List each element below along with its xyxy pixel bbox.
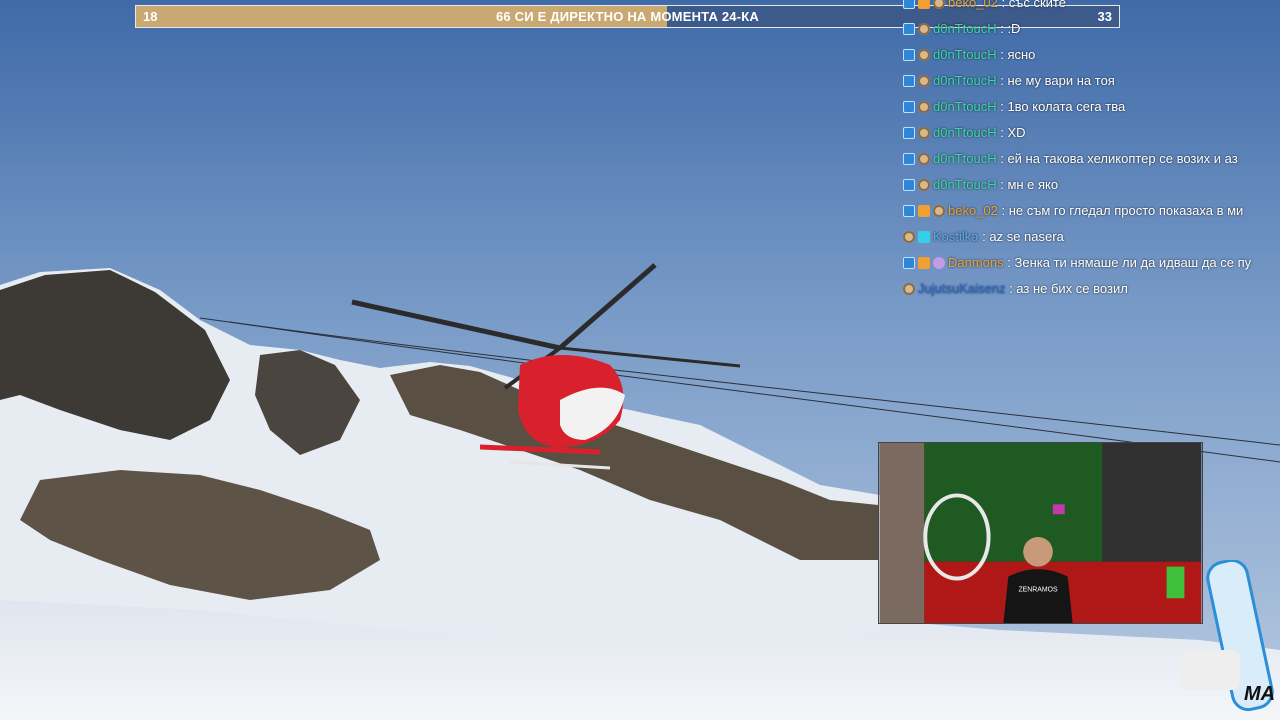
chat-text: :D xyxy=(1003,21,1021,36)
chat-separator: : xyxy=(996,47,1004,62)
chat-separator: : xyxy=(996,21,1004,36)
streamer-body xyxy=(1003,569,1073,623)
face-badge-icon xyxy=(918,127,930,139)
gold-badge-icon xyxy=(918,257,930,269)
corner-skier-graphic: MA xyxy=(1180,560,1275,712)
chat-username[interactable]: Kostilka xyxy=(933,229,979,244)
chat-message: Kostilka : az se nasera xyxy=(903,224,1064,250)
face-badge-icon xyxy=(903,231,915,243)
face-badge-icon xyxy=(903,283,915,295)
shirt-text: ZENRAMOS xyxy=(1018,586,1058,593)
chat-username[interactable]: beko_02 xyxy=(948,203,998,218)
chat-text: мн е яко xyxy=(1003,177,1059,192)
chat-text: със ските xyxy=(1005,0,1066,10)
blue-badge-icon xyxy=(903,75,915,87)
chat-username[interactable]: d0nTtoucH xyxy=(933,151,997,166)
face-badge-icon xyxy=(933,205,945,217)
chat-separator: : xyxy=(996,125,1004,140)
face-badge-icon xyxy=(918,153,930,165)
chat-message: beko_02 : не съм го гледал просто показа… xyxy=(903,198,1243,224)
face-badge-icon xyxy=(933,0,945,9)
purple-badge-icon xyxy=(933,257,945,269)
chat-text: ей на такова хеликоптер се возих и аз xyxy=(1003,151,1238,166)
chat-text: az se nasera xyxy=(985,229,1064,244)
chat-username[interactable]: JujutsuKaisenz xyxy=(918,281,1005,296)
chat-message: Danmons : Зенка ти нямаше ли да идваш да… xyxy=(903,250,1251,276)
chat-separator: : xyxy=(996,177,1004,192)
chat-text: аз не бих се возил xyxy=(1012,281,1128,296)
chat-message: d0nTtoucH : ей на такова хеликоптер се в… xyxy=(903,146,1238,172)
face-badge-icon xyxy=(918,49,930,61)
chat-message: d0nTtoucH : XD xyxy=(903,120,1026,146)
chat-separator: : xyxy=(996,73,1004,88)
chat-separator: : xyxy=(978,229,986,244)
face-badge-icon xyxy=(918,23,930,35)
chat-username[interactable]: d0nTtoucH xyxy=(933,177,997,192)
chat-message: d0nTtoucH : ясно xyxy=(903,42,1035,68)
chat-text: не съм го гледал просто показаха в ми xyxy=(1005,203,1244,218)
chat-message: d0nTtoucH : не му вари на тоя xyxy=(903,68,1115,94)
chat-text: ясно xyxy=(1003,47,1036,62)
chat-username[interactable]: d0nTtoucH xyxy=(933,73,997,88)
chat-username[interactable]: Danmons xyxy=(948,255,1004,270)
chat-text: Зенка ти нямаше ли да идваш да се пу xyxy=(1010,255,1252,270)
face-badge-icon xyxy=(918,101,930,113)
chat-message: JujutsuKaisenz : аз не бих се возил xyxy=(903,276,1128,300)
chat-username[interactable]: d0nTtoucH xyxy=(933,21,997,36)
chat-message: d0nTtoucH : 1во колата сега тва xyxy=(903,94,1125,120)
chat-username[interactable]: d0nTtoucH xyxy=(933,99,997,114)
chat-separator: : xyxy=(996,151,1004,166)
chat-text: XD xyxy=(1003,125,1026,140)
chat-separator: : xyxy=(1005,281,1013,296)
chat-message: beko_02 : със ските xyxy=(903,0,1066,16)
chat-overlay: beko_02 : със ските d0nTtoucH : :D d0nTtou… xyxy=(903,0,1280,300)
chat-username[interactable]: d0nTtoucH xyxy=(933,125,997,140)
chat-text: 1во колата сега тва xyxy=(1003,99,1126,114)
blue-badge-icon xyxy=(903,179,915,191)
cyan-badge-icon xyxy=(918,231,930,243)
blue-badge-icon xyxy=(903,153,915,165)
streamer-head xyxy=(1023,536,1053,567)
blue-badge-icon xyxy=(903,257,915,269)
chat-separator: : xyxy=(996,99,1004,114)
chat-separator: : xyxy=(1003,255,1011,270)
blue-badge-icon xyxy=(903,205,915,217)
face-badge-icon xyxy=(918,179,930,191)
chat-username[interactable]: beko_02 xyxy=(948,0,998,10)
chat-text: не му вари на тоя xyxy=(1003,73,1115,88)
chat-message: d0nTtoucH : :D xyxy=(903,16,1020,42)
blue-badge-icon xyxy=(903,49,915,61)
face-badge-icon xyxy=(918,75,930,87)
chat-username[interactable]: d0nTtoucH xyxy=(933,47,997,62)
blue-badge-icon xyxy=(903,127,915,139)
gold-badge-icon xyxy=(918,0,930,9)
blue-badge-icon xyxy=(903,0,915,9)
corner-text: MA xyxy=(1244,683,1275,705)
blue-badge-icon xyxy=(903,101,915,113)
webcam-feed: ZENRAMOS xyxy=(878,442,1203,624)
chat-message: d0nTtoucH : мн е яко xyxy=(903,172,1058,198)
gold-badge-icon xyxy=(918,205,930,217)
blue-badge-icon xyxy=(903,23,915,35)
